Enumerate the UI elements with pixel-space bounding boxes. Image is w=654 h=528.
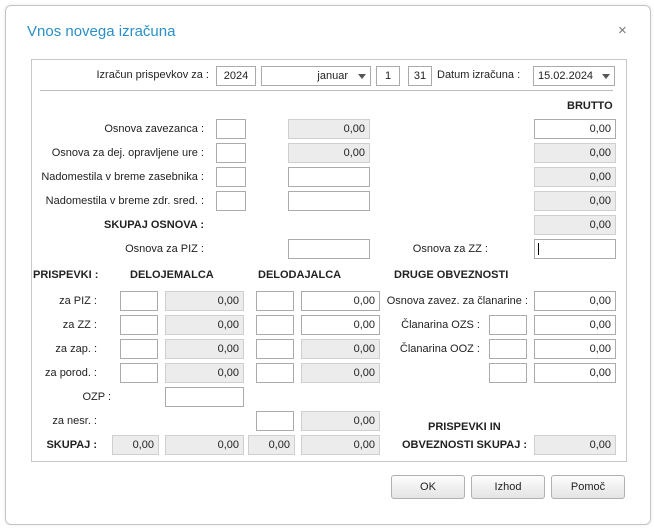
delojemalca-zap-rate-input[interactable] <box>120 339 158 359</box>
osnova-piz-label: Osnova za PIZ : <box>125 243 204 255</box>
brutto-zavezanca-input[interactable]: 0,00 <box>534 119 616 139</box>
delojemalca-zz-rate-input[interactable] <box>120 315 158 335</box>
delojemalca-porod-value: 0,00 <box>165 363 244 383</box>
nadomestila-zdr-label: Nadomestila v breme zdr. sred. : <box>45 195 204 207</box>
obveznosti-skupaj-label: OBVEZNOSTI SKUPAJ : <box>402 439 528 451</box>
row-zz-label: za ZZ : <box>62 319 97 331</box>
year-input[interactable]: 2024 <box>216 66 256 86</box>
brutto-skupaj-value: 0,00 <box>534 215 616 235</box>
close-icon[interactable]: × <box>618 22 627 39</box>
nadomestila-zdr-input[interactable] <box>288 191 370 211</box>
clanarina-ozs-input[interactable]: 0,00 <box>534 315 616 335</box>
delojemalca-piz-value: 0,00 <box>165 291 244 311</box>
row-ozp-label: OZP : <box>82 391 111 403</box>
nadomestila-zasebnika-rate-input[interactable] <box>216 167 246 187</box>
delodajalca-nesr-rate-input[interactable] <box>256 411 294 431</box>
clanarina-ooz-rate-input[interactable] <box>489 339 527 359</box>
row-zap-label: za zap. : <box>55 343 97 355</box>
clanarina-ozs-rate-input[interactable] <box>489 315 527 335</box>
delodajalca-nesr-value: 0,00 <box>301 411 380 431</box>
osnova-clanarine-input[interactable]: 0,00 <box>534 291 616 311</box>
month-select-value: januar <box>317 70 348 82</box>
skupaj-delodajalca-rate: 0,00 <box>248 435 295 455</box>
day-to-input[interactable]: 31 <box>408 66 432 86</box>
osnova-zz-input[interactable] <box>534 239 616 259</box>
delodajalca-zap-rate-input[interactable] <box>256 339 294 359</box>
clanarina-ooz-label: Članarina OOZ : <box>399 343 480 355</box>
druge-obveznosti-heading: DRUGE OBVEZNOSTI <box>394 269 509 281</box>
skupaj-delodajalca-value: 0,00 <box>301 435 380 455</box>
delodajalca-zz-input[interactable]: 0,00 <box>301 315 380 335</box>
delojemalca-zz-value: 0,00 <box>165 315 244 335</box>
clanarina-ooz-input[interactable]: 0,00 <box>534 339 616 359</box>
osnova-zavezanca-label: Osnova zavezanca : <box>104 123 204 135</box>
delojemalca-zap-value: 0,00 <box>165 339 244 359</box>
ozp-input[interactable] <box>165 387 244 407</box>
month-select[interactable]: januar <box>261 66 371 86</box>
dialog-title: Vnos novega izračuna <box>27 23 176 40</box>
skupaj-delojemalca-value: 0,00 <box>165 435 244 455</box>
osnova-dej-value: 0,00 <box>288 143 370 163</box>
osnova-zavezanca-value: 0,00 <box>288 119 370 139</box>
obveznosti-skupaj-value: 0,00 <box>534 435 616 455</box>
nadomestila-zasebnika-input[interactable] <box>288 167 370 187</box>
nadomestila-zdr-rate-input[interactable] <box>216 191 246 211</box>
nadomestila-zasebnika-label: Nadomestila v breme zasebnika : <box>41 171 204 183</box>
row-piz-label: za PIZ : <box>59 295 97 307</box>
osnova-zavezanca-rate-input[interactable] <box>216 119 246 139</box>
brutto-nad-zdr-value: 0,00 <box>534 191 616 211</box>
osnova-piz-input[interactable] <box>288 239 370 259</box>
text-cursor <box>538 243 539 255</box>
delodajalca-porod-rate-input[interactable] <box>256 363 294 383</box>
osnova-clanarine-label: Osnova zavez. za članarine : <box>386 295 528 307</box>
brutto-nad-zas-value: 0,00 <box>534 167 616 187</box>
header-divider <box>40 90 613 91</box>
izhod-button[interactable]: Izhod <box>471 475 545 499</box>
delojemalca-piz-rate-input[interactable] <box>120 291 158 311</box>
delodajalca-zap-value: 0,00 <box>301 339 380 359</box>
calc-date-value: 15.02.2024 <box>538 70 594 82</box>
clanarina-ozs-label: Članarina OZS : <box>401 319 480 331</box>
delojemalca-porod-rate-input[interactable] <box>120 363 158 383</box>
delojemalca-heading: DELOJEMALCA <box>130 269 214 281</box>
delodajalca-zz-rate-input[interactable] <box>256 315 294 335</box>
pomoc-button[interactable]: Pomoč <box>551 475 625 499</box>
calc-date-label: Datum izračuna : <box>437 69 521 81</box>
skupaj-osnova-label: SKUPAJ OSNOVA : <box>104 219 205 231</box>
day-from-input[interactable]: 1 <box>376 66 400 86</box>
calc-period-label: Izračun prispevkov za : <box>96 69 210 81</box>
delodajalca-porod-value: 0,00 <box>301 363 380 383</box>
extra-rate-input[interactable] <box>489 363 527 383</box>
chevron-down-icon <box>602 74 610 79</box>
osnova-dej-rate-input[interactable] <box>216 143 246 163</box>
chevron-down-icon <box>358 74 366 79</box>
brutto-heading: BRUTTO <box>567 100 613 112</box>
brutto-dej-value: 0,00 <box>534 143 616 163</box>
row-nesr-label: za nesr. : <box>52 415 97 427</box>
prispevki-heading: PRISPEVKI : <box>33 269 99 281</box>
delodajalca-piz-rate-input[interactable] <box>256 291 294 311</box>
row-skupaj-label: SKUPAJ : <box>46 439 97 451</box>
delodajalca-heading: DELODAJALCA <box>258 269 342 281</box>
ok-button[interactable]: OK <box>391 475 465 499</box>
prispevki-in-label: PRISPEVKI IN <box>428 421 501 433</box>
osnova-dej-label: Osnova za dej. opravljene ure : <box>51 147 204 159</box>
skupaj-delojemalca-rate: 0,00 <box>112 435 159 455</box>
delodajalca-piz-input[interactable]: 0,00 <box>301 291 380 311</box>
calc-date-picker[interactable]: 15.02.2024 <box>533 66 615 86</box>
osnova-zz-label: Osnova za ZZ : <box>412 243 488 255</box>
row-porod-label: za porod. : <box>45 367 97 379</box>
extra-value-input[interactable]: 0,00 <box>534 363 616 383</box>
